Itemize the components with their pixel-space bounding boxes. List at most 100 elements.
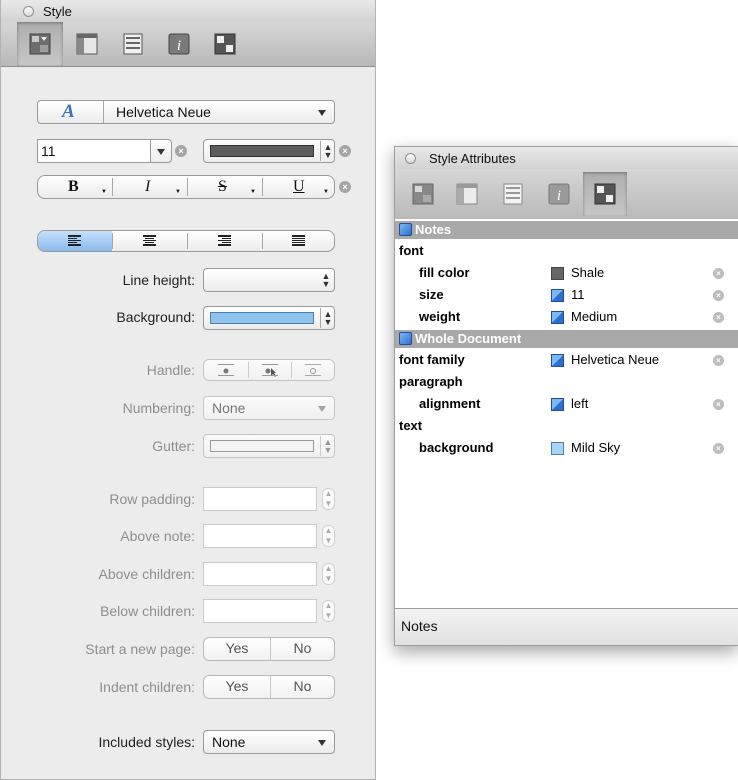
remove-attribute-icon[interactable]: × — [713, 355, 724, 366]
attributes-tab-icon — [594, 183, 616, 205]
font-color-swatch — [210, 145, 314, 157]
attribute-key: paragraph — [399, 374, 463, 389]
panel-title: Style — [43, 4, 72, 19]
above-children-field[interactable] — [203, 562, 317, 586]
style-titlebar[interactable]: Style — [1, 0, 375, 22]
strikethrough-button[interactable]: S ▼ — [188, 176, 262, 198]
indent-children-yes[interactable]: Yes — [204, 676, 271, 698]
info-tab[interactable]: i — [537, 172, 581, 216]
divider — [320, 436, 321, 456]
handle-option-hollow[interactable] — [292, 360, 334, 380]
close-button[interactable] — [405, 153, 416, 164]
style-icon — [551, 311, 564, 324]
background-color-well[interactable]: ▲ ▼ — [203, 306, 335, 330]
line-height-popup[interactable]: ▲ ▼ — [203, 268, 335, 292]
above-note-field[interactable] — [203, 524, 317, 548]
close-button[interactable] — [23, 6, 34, 17]
above-children-stepper[interactable]: ▲ ▼ — [322, 563, 335, 585]
document-tab[interactable] — [491, 172, 535, 216]
font-icon: A — [62, 101, 75, 122]
remove-attribute-icon[interactable]: × — [713, 312, 724, 323]
included-styles-popup[interactable]: None — [203, 730, 335, 754]
font-panel-button[interactable]: A — [38, 101, 104, 123]
attribute-row[interactable]: font family Helvetica Neue × — [395, 349, 738, 371]
clear-font-color-icon[interactable]: × — [339, 145, 351, 157]
remove-attribute-icon[interactable]: × — [713, 268, 724, 279]
style-tab-icon — [412, 183, 434, 205]
attribute-row[interactable]: background Mild Sky × — [395, 437, 738, 459]
align-center-button[interactable] — [113, 231, 187, 251]
attribute-row[interactable]: size 11 × — [395, 284, 738, 306]
start-new-page-segments: Yes No — [203, 637, 335, 661]
below-children-stepper[interactable]: ▲ ▼ — [322, 600, 335, 622]
group-title: Notes — [415, 222, 452, 237]
attribute-row[interactable]: alignment left × — [395, 393, 738, 415]
style-tab[interactable] — [401, 172, 445, 216]
attributes-toolbar: i — [395, 169, 738, 219]
bold-label: B — [68, 178, 79, 195]
remove-attribute-icon[interactable]: × — [713, 399, 724, 410]
font-color-well[interactable]: ▲ ▼ — [203, 139, 335, 163]
italic-button[interactable]: I ▼ — [113, 176, 187, 198]
font-size-dropdown[interactable] — [150, 139, 172, 163]
line-height-label: Line height: — [122, 272, 195, 288]
align-justify-button[interactable] — [263, 231, 334, 251]
attribute-row[interactable]: weight Medium × — [395, 306, 738, 328]
row-padding-stepper[interactable]: ▲ ▼ — [322, 488, 335, 510]
attribute-row[interactable]: fill color Shale × — [395, 262, 738, 284]
attributes-footer: Notes — [395, 608, 738, 645]
numbering-value: None — [212, 400, 246, 416]
attribute-key: font — [399, 243, 424, 258]
gutter-color-well[interactable]: ▲ ▼ — [203, 434, 335, 458]
info-tab[interactable]: i — [157, 22, 201, 66]
font-family-popup[interactable]: A Helvetica Neue — [37, 100, 335, 124]
clear-font-size-icon[interactable]: × — [175, 145, 187, 157]
below-children-field[interactable] — [203, 599, 317, 623]
document-tab-icon — [503, 183, 523, 205]
above-note-stepper[interactable]: ▲ ▼ — [322, 525, 335, 547]
attribute-row[interactable]: paragraph — [395, 371, 738, 393]
start-new-page-no[interactable]: No — [271, 638, 334, 660]
indent-children-segments: Yes No — [203, 675, 335, 699]
style-icon — [551, 289, 564, 302]
style-toolbar: i — [1, 22, 375, 67]
remove-attribute-icon[interactable]: × — [713, 290, 724, 301]
attributes-tab[interactable] — [583, 172, 627, 216]
remove-attribute-icon[interactable]: × — [713, 443, 724, 454]
align-left-button[interactable] — [38, 231, 112, 251]
attribute-value: Mild Sky — [571, 440, 621, 455]
attribute-row[interactable]: text — [395, 415, 738, 437]
handle-option-dot[interactable] — [204, 360, 248, 380]
clear-text-style-icon[interactable]: × — [339, 181, 351, 193]
stepper-icon: ▲ ▼ — [323, 142, 333, 160]
info-icon: i — [548, 183, 570, 205]
start-new-page-yes[interactable]: Yes — [204, 638, 271, 660]
attributes-titlebar[interactable]: Style Attributes — [395, 147, 738, 169]
layout-tab[interactable] — [65, 22, 109, 66]
numbering-popup[interactable]: None — [203, 396, 335, 420]
below-children-label: Below children: — [100, 603, 195, 619]
bold-button[interactable]: B ▼ — [38, 176, 112, 198]
chevron-down-icon: ▼ — [101, 189, 107, 195]
style-tab-icon — [29, 33, 51, 55]
above-note-label: Above note: — [120, 528, 195, 544]
stepper-icon: ▲ ▼ — [323, 309, 333, 327]
row-padding-field[interactable] — [203, 487, 317, 511]
row-padding-label: Row padding: — [109, 491, 195, 507]
style-tab[interactable] — [17, 22, 63, 66]
layout-tab[interactable] — [445, 172, 489, 216]
chevron-down-icon — [318, 740, 326, 746]
underline-button[interactable]: U ▼ — [263, 176, 335, 198]
indent-children-no[interactable]: No — [271, 676, 334, 698]
italic-label: I — [145, 178, 151, 195]
style-icon — [551, 354, 564, 367]
handle-option-arrow[interactable] — [249, 360, 291, 380]
document-tab[interactable] — [111, 22, 155, 66]
group-header[interactable]: Notes — [395, 221, 738, 239]
group-header[interactable]: Whole Document — [395, 330, 738, 348]
align-right-button[interactable] — [188, 231, 262, 251]
attributes-tab[interactable] — [203, 22, 247, 66]
font-size-field[interactable]: 11 — [37, 139, 151, 163]
attribute-row[interactable]: font — [395, 240, 738, 262]
attribute-key: background — [419, 440, 494, 455]
